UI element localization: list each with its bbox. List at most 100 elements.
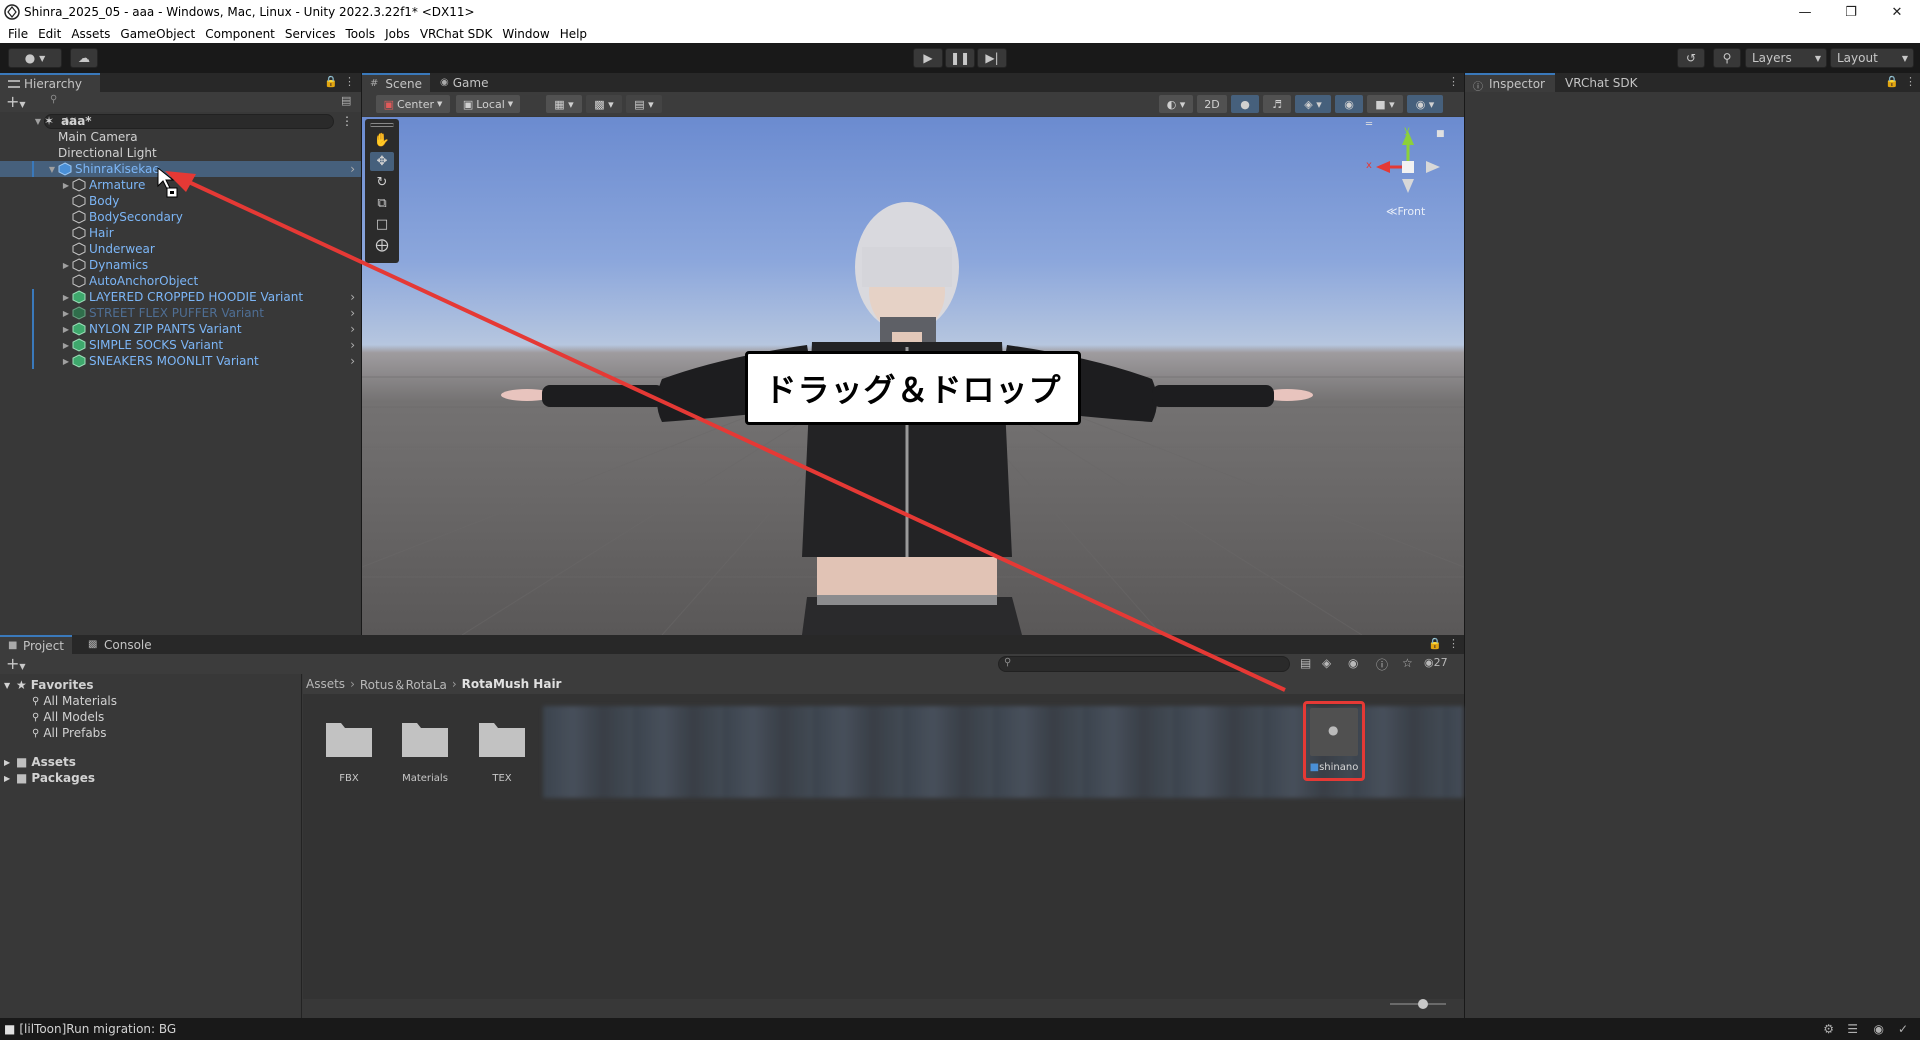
asset-folder-fbx[interactable]: FBX bbox=[317, 699, 381, 789]
tree-item-pants-variant[interactable]: ▶ NYLON ZIP PANTS Variant › bbox=[0, 321, 361, 337]
move-tool-button[interactable]: ✥ bbox=[370, 152, 394, 171]
tree-item-dynamics[interactable]: ▶ Dynamics bbox=[0, 257, 361, 273]
expand-arrow-icon[interactable]: ▼ bbox=[4, 681, 16, 690]
tree-item-body[interactable]: Body bbox=[0, 193, 361, 209]
menu-file[interactable]: File bbox=[3, 27, 33, 41]
check-icon[interactable]: ✓ bbox=[1898, 1022, 1908, 1036]
tab-game[interactable]: ◉ Game bbox=[432, 73, 494, 92]
expand-arrow-icon[interactable]: ▼ bbox=[32, 117, 44, 126]
increment-snap-button[interactable]: ▩ ▾ bbox=[586, 95, 622, 113]
thumbnail-size-slider[interactable] bbox=[1390, 999, 1446, 1009]
minimize-button[interactable]: — bbox=[1782, 0, 1828, 24]
breadcrumb-assets[interactable]: Assets bbox=[306, 677, 345, 691]
layers-status-icon[interactable]: ☰ bbox=[1847, 1022, 1858, 1036]
menu-assets[interactable]: Assets bbox=[66, 27, 115, 41]
audio-toggle[interactable]: ♬ bbox=[1263, 95, 1291, 113]
tree-item-hair[interactable]: Hair bbox=[0, 225, 361, 241]
hand-tool-button[interactable]: ✋ bbox=[370, 131, 394, 150]
tab-project[interactable]: ■ Project bbox=[0, 635, 72, 654]
expand-arrow-icon[interactable]: ▶ bbox=[60, 181, 72, 190]
menu-component[interactable]: Component bbox=[200, 27, 280, 41]
more-options-icon[interactable]: ⋮ bbox=[1448, 75, 1459, 88]
favorite-item-all-models[interactable]: ⚲ All Models bbox=[0, 709, 104, 725]
menu-vrchat-sdk[interactable]: VRChat SDK bbox=[415, 27, 498, 41]
folder-assets[interactable]: ▶ ■ Assets bbox=[0, 754, 76, 770]
gizmos-dropdown[interactable]: ◉ ▾ bbox=[1407, 95, 1443, 113]
more-options-icon[interactable]: ⋮ bbox=[341, 114, 353, 128]
tree-item-autoanchorobject[interactable]: AutoAnchorObject bbox=[0, 273, 361, 289]
scale-tool-button[interactable]: ⧉ bbox=[370, 194, 394, 213]
tree-item-bodysecondary[interactable]: BodySecondary bbox=[0, 209, 361, 225]
expand-arrow-icon[interactable]: ▶ bbox=[60, 261, 72, 270]
menu-gameobject[interactable]: GameObject bbox=[115, 27, 200, 41]
asset-folder-materials[interactable]: Materials bbox=[393, 699, 457, 789]
menu-jobs[interactable]: Jobs bbox=[380, 27, 415, 41]
tree-item-puffer-variant[interactable]: ▶ STREET FLEX PUFFER Variant › bbox=[0, 305, 361, 321]
slider-knob[interactable] bbox=[1418, 999, 1428, 1009]
layers-dropdown[interactable]: Layers ▼ bbox=[1745, 48, 1827, 68]
chevron-right-icon[interactable]: › bbox=[350, 162, 355, 176]
menu-services[interactable]: Services bbox=[280, 27, 341, 41]
tree-item-armature[interactable]: ▶ Armature bbox=[0, 177, 361, 193]
expand-arrow-icon[interactable]: ▶ bbox=[60, 341, 72, 350]
lighting-toggle[interactable]: ● bbox=[1231, 95, 1259, 113]
grid-snap-button[interactable]: ▦ ▾ bbox=[546, 95, 582, 113]
favorites-row[interactable]: ▼ ★ Favorites bbox=[0, 677, 93, 693]
ruler-button[interactable]: ▤ ▾ bbox=[626, 95, 662, 113]
orientation-gizmo[interactable] bbox=[1376, 131, 1440, 193]
tab-inspector[interactable]: ⓘ Inspector bbox=[1465, 73, 1555, 93]
asset-folder-tex[interactable]: TEX bbox=[470, 699, 534, 789]
scene-viewport[interactable]: y x ■ ═ ≪Front ✋ ✥ ↻ ⧉ □ ⨁ ドラッグ＆ドロップ bbox=[362, 117, 1464, 635]
menu-window[interactable]: Window bbox=[497, 27, 554, 41]
tree-item-hoodie-variant[interactable]: ▶ LAYERED CROPPED HOODIE Variant › bbox=[0, 289, 361, 305]
gizmo-lock-icon[interactable]: ■ bbox=[1436, 129, 1445, 139]
chevron-right-icon[interactable]: › bbox=[350, 290, 355, 304]
rotate-tool-button[interactable]: ↻ bbox=[370, 173, 394, 192]
menu-tools[interactable]: Tools bbox=[341, 27, 381, 41]
debug-icon[interactable]: ⚙ bbox=[1823, 1022, 1834, 1036]
expand-arrow-icon[interactable]: ▼ bbox=[46, 165, 58, 174]
tree-item-socks-variant[interactable]: ▶ SIMPLE SOCKS Variant › bbox=[0, 337, 361, 353]
tab-console[interactable]: ▩ Console bbox=[80, 635, 160, 654]
lock-icon[interactable]: 🔒 bbox=[1885, 75, 1899, 88]
folder-packages[interactable]: ▶ ■ Packages bbox=[0, 770, 95, 786]
search-filter-icon[interactable]: ▤ bbox=[1300, 656, 1311, 670]
project-search-input[interactable]: ⚲ bbox=[998, 656, 1290, 672]
gizmo-front-label[interactable]: ≪Front bbox=[1386, 205, 1425, 218]
step-button[interactable]: ▶| bbox=[977, 48, 1007, 68]
pivot-center-dropdown[interactable]: ▣ Center ▼ bbox=[376, 95, 450, 113]
chevron-right-icon[interactable]: › bbox=[350, 306, 355, 320]
expand-arrow-icon[interactable]: ▶ bbox=[60, 357, 72, 366]
camera-settings-dropdown[interactable]: ■ ▾ bbox=[1367, 95, 1403, 113]
hidden-objects-toggle[interactable]: ◉ bbox=[1335, 95, 1363, 113]
hidden-packages-toggle[interactable]: ◉27 bbox=[1424, 656, 1448, 669]
breadcrumb-current[interactable]: RotaMush Hair bbox=[462, 677, 562, 691]
account-button[interactable]: ● ▼ bbox=[8, 48, 62, 68]
expand-arrow-icon[interactable]: ▶ bbox=[60, 293, 72, 302]
history-button[interactable]: ↺ bbox=[1677, 48, 1705, 68]
search-button[interactable]: ⚲ bbox=[1713, 48, 1741, 68]
favorite-star-icon[interactable]: ☆ bbox=[1402, 656, 1413, 670]
add-object-button[interactable]: +▼ bbox=[6, 92, 26, 111]
maximize-button[interactable]: ❐ bbox=[1828, 0, 1874, 24]
tab-hierarchy[interactable]: Hierarchy bbox=[0, 73, 100, 92]
network-icon[interactable]: ◉ bbox=[1874, 1022, 1884, 1036]
rect-tool-button[interactable]: □ bbox=[370, 215, 394, 234]
more-options-icon[interactable]: ⋮ bbox=[1448, 637, 1459, 650]
cloud-button[interactable]: ☁ bbox=[70, 48, 98, 68]
lock-icon[interactable]: 🔒 bbox=[1428, 637, 1442, 650]
expand-arrow-icon[interactable]: ▶ bbox=[60, 325, 72, 334]
expand-arrow-icon[interactable]: ▶ bbox=[4, 758, 16, 767]
lock-icon[interactable]: 🔒 bbox=[324, 75, 338, 88]
filter-icon[interactable]: ▤ bbox=[341, 94, 351, 107]
chevron-right-icon[interactable]: › bbox=[350, 338, 355, 352]
pause-button[interactable]: ❚❚ bbox=[945, 48, 975, 68]
label-filter-icon[interactable]: ◉ bbox=[1348, 656, 1358, 670]
tree-item-sneakers-variant[interactable]: ▶ SNEAKERS MOONLIT Variant › bbox=[0, 353, 361, 369]
shading-mode-button[interactable]: ◐ ▾ bbox=[1159, 95, 1193, 113]
warning-filter-icon[interactable]: ⓘ bbox=[1376, 656, 1388, 673]
more-options-icon[interactable]: ⋮ bbox=[1905, 75, 1916, 88]
status-message[interactable]: [lilToon]Run migration: BG bbox=[19, 1022, 176, 1036]
close-button[interactable]: ✕ bbox=[1874, 0, 1920, 24]
tab-scene[interactable]: # Scene bbox=[362, 73, 430, 92]
